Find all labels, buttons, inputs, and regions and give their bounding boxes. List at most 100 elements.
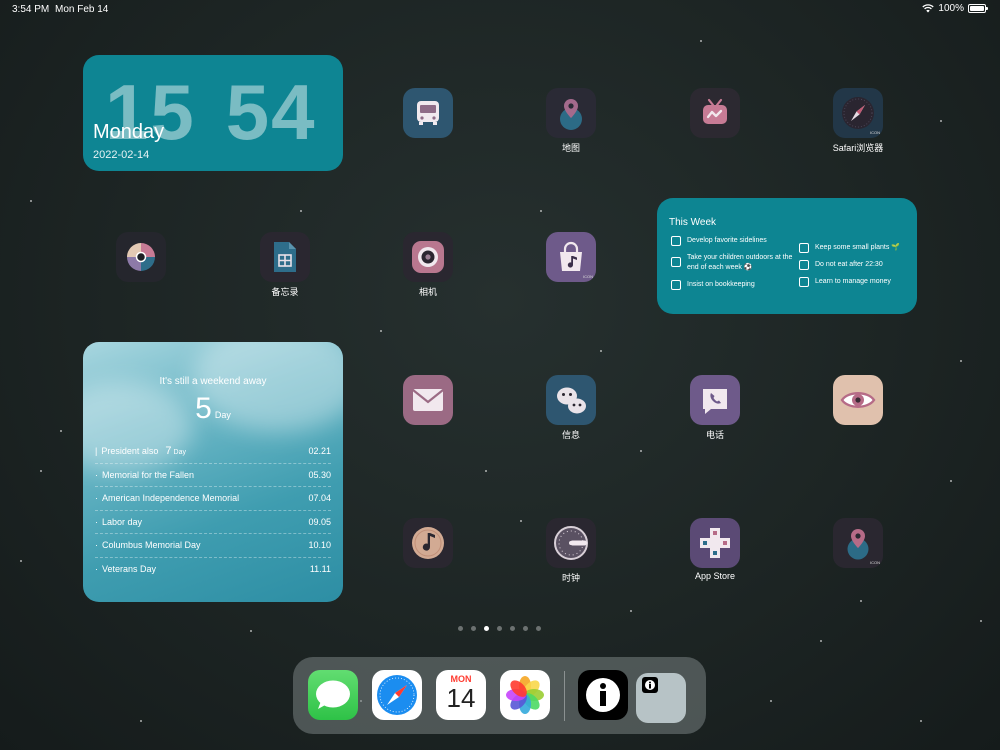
chat-faces-icon [546,375,596,425]
app-music-bag[interactable]: ICON [531,232,611,285]
page-dot[interactable] [523,626,528,631]
page-dot[interactable] [458,626,463,631]
app-camera[interactable]: 相机 [388,232,468,298]
dock-messages[interactable] [308,670,358,720]
this-week-widget[interactable]: This Week Develop favorite sidelines Tak… [657,198,917,314]
checkbox[interactable] [799,260,809,270]
status-date: Mon Feb 14 [55,4,109,15]
holiday-row[interactable]: · Labor day 09.05 [95,511,331,534]
music-bag-icon: ICON [546,232,596,282]
checkbox[interactable] [671,236,681,246]
calendar-day: 14 [446,683,476,713]
dock: MON 14 [293,657,706,734]
holiday-row[interactable]: · Memorial for the Fallen 05.30 [95,464,331,487]
holiday-name: Veterans Day [102,564,157,575]
game-controller-icon [690,518,740,568]
page-dot[interactable] [471,626,476,631]
weekend-countdown-unit: Day [214,410,231,420]
week-right-column: Keep some small plants 🌱 Do not eat afte… [799,243,911,294]
battery-percent: 100% [938,3,964,14]
checkbox[interactable] [671,257,681,267]
week-task[interactable]: Learn to manage money [799,277,911,287]
notes-icon [260,232,310,282]
app-label: Safari浏览器 [832,143,884,153]
speech-bubble-icon [316,680,350,709]
app-pinwheel[interactable] [101,232,181,285]
app-music[interactable] [388,518,468,571]
tv-icon [690,88,740,138]
holiday-row[interactable]: · Veterans Day 11.11 [95,558,331,582]
holiday-name: Columbus Memorial Day [102,540,201,551]
week-title: This Week [669,217,717,228]
phone-icon [690,375,740,425]
page-dot-active[interactable] [484,626,489,631]
checkbox[interactable] [799,277,809,287]
app-label: 备忘录 [271,287,299,297]
safari-compass-icon [377,675,417,715]
holiday-row[interactable]: · Columbus Memorial Day 10.10 [95,534,331,558]
app-location[interactable]: ICON [818,518,898,571]
app-notes[interactable]: 备忘录 [245,232,325,298]
holiday-date: 07.04 [308,493,331,504]
app-maps[interactable]: 地图 [531,88,611,154]
app-safari[interactable]: ICON Safari浏览器 [818,88,898,154]
dock-info-app[interactable] [578,670,628,720]
holiday-date: 09.05 [308,516,331,527]
app-label: 信息 [561,430,580,440]
compass-icon: ICON [833,88,883,138]
week-task[interactable]: Take your children outdoors at the end o… [671,253,796,273]
app-label: 电话 [705,430,724,440]
clock-time: 15 54 [105,67,317,158]
week-task[interactable]: Develop favorite sidelines [671,236,796,246]
bus-icon [403,88,453,138]
status-time: 3:54 PM [12,4,50,15]
week-left-column: Develop favorite sidelines Take your chi… [671,236,796,297]
page-dot[interactable] [497,626,502,631]
app-messages[interactable]: 信息 [531,375,611,441]
checkbox[interactable] [799,243,809,253]
clock-widget[interactable]: 15 54 Monday 2022-02-14 [83,55,343,171]
holiday-countdown-widget[interactable]: It's still a weekend away 5 Day | Preside… [83,342,343,602]
icon-tag: ICON [870,130,880,135]
checkbox[interactable] [671,280,681,290]
week-task[interactable]: Insist on bookkeeping [671,280,796,290]
app-bus[interactable] [388,88,468,141]
dock-safari[interactable] [372,670,422,720]
app-label: 相机 [418,287,437,297]
page-dot[interactable] [510,626,515,631]
eye-icon [833,375,883,425]
app-clock[interactable]: 时钟 [531,518,611,584]
holiday-date: 10.10 [308,540,331,551]
holiday-date: 11.11 [309,564,331,575]
clock-hours: 15 [105,68,196,156]
clock-minutes: 54 [225,68,317,156]
music-note-icon [403,518,453,568]
dock-recent-apps[interactable] [636,673,686,723]
page-indicator[interactable] [458,626,541,631]
app-mail[interactable] [388,375,468,428]
page-dot[interactable] [536,626,541,631]
clock-date: 2022-02-14 [93,149,150,161]
status-bar: 3:54 PM Mon Feb 14 100% [0,0,1000,18]
dock-photos[interactable] [500,670,550,720]
weekend-countdown: 5 Day [83,392,343,426]
holiday-date: 02.21 [308,446,331,457]
app-app-store[interactable]: App Store [675,518,755,581]
mail-icon [403,375,453,425]
week-task[interactable]: Do not eat after 22:30 [799,260,911,270]
app-label: 地图 [561,143,580,153]
pinwheel-icon [116,232,166,282]
app-phone[interactable]: 电话 [675,375,755,441]
holiday-row[interactable]: | President also 7 Day 02.21 [95,440,331,464]
wifi-icon [922,4,935,13]
clock-day: Monday [93,121,165,143]
dock-calendar[interactable]: MON 14 [436,670,486,720]
icon-tag: ICON [870,560,880,565]
info-icon [586,678,620,712]
map-pin-icon [546,88,596,138]
week-task[interactable]: Keep some small plants 🌱 [799,243,911,253]
holiday-date: 05.30 [308,469,331,480]
app-tv[interactable] [675,88,755,141]
holiday-row[interactable]: · American Independence Memorial 07.04 [95,487,331,511]
app-eye[interactable] [818,375,898,428]
